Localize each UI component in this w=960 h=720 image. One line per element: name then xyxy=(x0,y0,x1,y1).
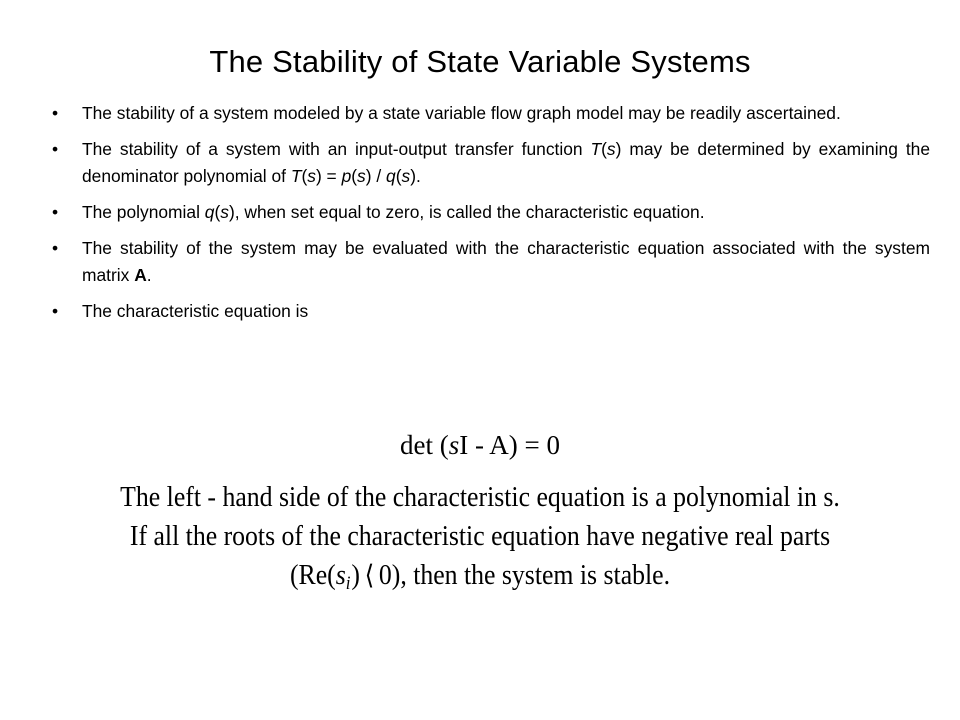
slide-canvas: The Stability of State Variable Systems … xyxy=(0,0,960,720)
math-variable: s xyxy=(307,166,316,186)
bullet-point-icon: • xyxy=(52,103,59,123)
math-variable: T xyxy=(290,166,302,186)
text-run: . xyxy=(146,265,152,285)
text-run: ) = xyxy=(315,166,342,186)
math-variable: p xyxy=(341,166,352,186)
math-variable: s xyxy=(357,166,366,186)
bullet-text: The characteristic equation is xyxy=(82,298,930,325)
text-run: If all the roots of the characteristic e… xyxy=(129,521,831,552)
bullet-point-icon: • xyxy=(52,238,59,258)
math-variable: s xyxy=(448,430,460,460)
bullet-point-icon: • xyxy=(52,301,59,321)
less-than-symbol: ⟨ xyxy=(364,560,375,590)
math-variable: q xyxy=(386,166,396,186)
matrix-symbol: A xyxy=(134,265,147,285)
text-run: ). xyxy=(410,166,421,186)
text-run: The stability of the system may be evalu… xyxy=(82,238,930,285)
bullet-text: The stability of the system may be evalu… xyxy=(82,235,930,289)
text-run: ) / xyxy=(365,166,387,186)
math-variable: s xyxy=(606,139,616,159)
page-title: The Stability of State Variable Systems xyxy=(209,44,751,79)
text-run: The stability of a system with an input-… xyxy=(82,139,591,159)
text-run: 0), then the system is stable. xyxy=(378,560,671,591)
statement-roots: If all the roots of the characteristic e… xyxy=(38,517,921,556)
bullet-transfer-function: • The stability of a system with an input… xyxy=(46,136,930,190)
statement-stable: (Re(si) ⟨ 0), then the system is stable. xyxy=(38,556,921,603)
text-run: det ( xyxy=(400,430,449,460)
bullet-point-icon: • xyxy=(52,139,59,159)
text-run: The stability of a system modeled by a s… xyxy=(82,103,841,123)
bullet-text: The stability of a system modeled by a s… xyxy=(82,100,930,127)
characteristic-equation: det (sI - A) = 0 xyxy=(0,428,960,462)
bullet-characteristic-equation: • The polynomial q(s), when set equal to … xyxy=(46,199,930,226)
equation-block: det (sI - A) = 0 xyxy=(0,428,960,462)
text-run: The characteristic equation is xyxy=(82,301,309,321)
bullet-text: The polynomial q(s), when set equal to z… xyxy=(82,199,930,226)
bullet-list: • The stability of a system modeled by a … xyxy=(46,100,930,325)
math-variable: T xyxy=(590,139,602,159)
math-variable: s xyxy=(401,166,411,186)
text-run: I - A) = 0 xyxy=(459,430,560,460)
text-run: (Re( xyxy=(289,560,336,591)
bullet-point-icon: • xyxy=(52,202,59,222)
math-variable: s xyxy=(335,560,346,591)
bullet-system-matrix: • The stability of the system may be eval… xyxy=(46,235,930,289)
bullet-equation-intro: • The characteristic equation is xyxy=(46,298,930,325)
statement-block: The left - hand side of the characterist… xyxy=(0,478,960,603)
text-run: The left - hand side of the characterist… xyxy=(120,482,840,513)
text-run: ), when set equal to zero, is called the… xyxy=(228,202,705,222)
bullet-flow-graph: • The stability of a system modeled by a … xyxy=(46,100,930,127)
math-variable: s xyxy=(220,202,229,222)
math-variable: q xyxy=(204,202,215,222)
bullet-text: The stability of a system with an input-… xyxy=(82,136,930,190)
statement-polynomial: The left - hand side of the characterist… xyxy=(38,478,921,517)
text-run: The polynomial xyxy=(82,202,205,222)
text-run: ) xyxy=(351,560,360,591)
